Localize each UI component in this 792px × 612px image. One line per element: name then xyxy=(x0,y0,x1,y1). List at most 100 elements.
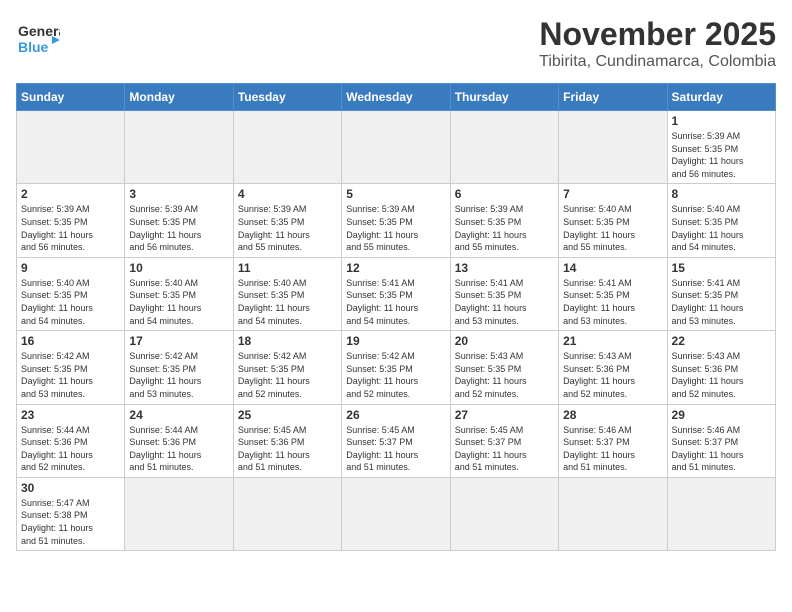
cell-text: Sunrise: 5:40 AM Sunset: 5:35 PM Dayligh… xyxy=(21,277,120,327)
day-number: 8 xyxy=(672,187,771,201)
cell-text: Sunrise: 5:40 AM Sunset: 5:35 PM Dayligh… xyxy=(563,203,662,253)
calendar-cell: 19 Sunrise: 5:42 AM Sunset: 5:35 PM Dayli… xyxy=(342,331,450,404)
calendar-cell xyxy=(17,111,125,184)
calendar-cell: 27 Sunrise: 5:45 AM Sunset: 5:37 PM Dayli… xyxy=(450,404,558,477)
day-number: 7 xyxy=(563,187,662,201)
title-block: November 2025 Tibirita, Cundinamarca, Co… xyxy=(539,16,776,71)
calendar-row: 30 Sunrise: 5:47 AM Sunset: 5:38 PM Dayli… xyxy=(17,477,776,550)
calendar-row: 2 Sunrise: 5:39 AM Sunset: 5:35 PM Daylig… xyxy=(17,184,776,257)
weekday-saturday: Saturday xyxy=(667,84,775,111)
cell-text: Sunrise: 5:39 AM Sunset: 5:35 PM Dayligh… xyxy=(129,203,228,253)
calendar-cell: 2 Sunrise: 5:39 AM Sunset: 5:35 PM Daylig… xyxy=(17,184,125,257)
day-number: 1 xyxy=(672,114,771,128)
calendar-cell: 3 Sunrise: 5:39 AM Sunset: 5:35 PM Daylig… xyxy=(125,184,233,257)
calendar-cell: 14 Sunrise: 5:41 AM Sunset: 5:35 PM Dayli… xyxy=(559,257,667,330)
day-number: 19 xyxy=(346,334,445,348)
day-number: 10 xyxy=(129,261,228,275)
svg-text:Blue: Blue xyxy=(18,39,49,55)
calendar-cell: 13Sunrise: 5:41 AM Sunset: 5:35 PM Dayli… xyxy=(450,257,558,330)
calendar-row: 9 Sunrise: 5:40 AM Sunset: 5:35 PM Daylig… xyxy=(17,257,776,330)
calendar-cell xyxy=(233,477,341,550)
calendar-cell: 22Sunrise: 5:43 AM Sunset: 5:36 PM Dayli… xyxy=(667,331,775,404)
weekday-friday: Friday xyxy=(559,84,667,111)
day-number: 3 xyxy=(129,187,228,201)
calendar-table: SundayMondayTuesdayWednesdayThursdayFrid… xyxy=(16,83,776,551)
day-number: 12 xyxy=(346,261,445,275)
day-number: 22 xyxy=(672,334,771,348)
cell-text: Sunrise: 5:43 AM Sunset: 5:36 PM Dayligh… xyxy=(563,350,662,400)
cell-text: Sunrise: 5:42 AM Sunset: 5:35 PM Dayligh… xyxy=(21,350,120,400)
cell-text: Sunrise: 5:39 AM Sunset: 5:35 PM Dayligh… xyxy=(21,203,120,253)
cell-text: Sunrise: 5:40 AM Sunset: 5:35 PM Dayligh… xyxy=(238,277,337,327)
calendar-cell: 16 Sunrise: 5:42 AM Sunset: 5:35 PM Dayli… xyxy=(17,331,125,404)
cell-text: Sunrise: 5:44 AM Sunset: 5:36 PM Dayligh… xyxy=(129,424,228,474)
cell-text: Sunrise: 5:44 AM Sunset: 5:36 PM Dayligh… xyxy=(21,424,120,474)
day-number: 18 xyxy=(238,334,337,348)
day-number: 16 xyxy=(21,334,120,348)
day-number: 6 xyxy=(455,187,554,201)
calendar-cell: 20 Sunrise: 5:43 AM Sunset: 5:35 PM Dayli… xyxy=(450,331,558,404)
day-number: 24 xyxy=(129,408,228,422)
calendar-cell: 24 Sunrise: 5:44 AM Sunset: 5:36 PM Dayli… xyxy=(125,404,233,477)
calendar-cell xyxy=(125,111,233,184)
day-number: 30 xyxy=(21,481,120,495)
cell-text: Sunrise: 5:47 AM Sunset: 5:38 PM Dayligh… xyxy=(21,497,120,547)
cell-text: Sunrise: 5:42 AM Sunset: 5:35 PM Dayligh… xyxy=(129,350,228,400)
calendar-cell xyxy=(342,477,450,550)
calendar-cell: 17 Sunrise: 5:42 AM Sunset: 5:35 PM Dayli… xyxy=(125,331,233,404)
calendar-cell: 11Sunrise: 5:40 AM Sunset: 5:35 PM Dayli… xyxy=(233,257,341,330)
calendar-cell: 5 Sunrise: 5:39 AM Sunset: 5:35 PM Daylig… xyxy=(342,184,450,257)
weekday-sunday: Sunday xyxy=(17,84,125,111)
calendar-cell xyxy=(233,111,341,184)
day-number: 26 xyxy=(346,408,445,422)
weekday-tuesday: Tuesday xyxy=(233,84,341,111)
calendar-row: 1 Sunrise: 5:39 AM Sunset: 5:35 PM Daylig… xyxy=(17,111,776,184)
day-number: 28 xyxy=(563,408,662,422)
calendar-cell: 29Sunrise: 5:46 AM Sunset: 5:37 PM Dayli… xyxy=(667,404,775,477)
cell-text: Sunrise: 5:41 AM Sunset: 5:35 PM Dayligh… xyxy=(346,277,445,327)
cell-text: Sunrise: 5:41 AM Sunset: 5:35 PM Dayligh… xyxy=(672,277,771,327)
calendar-cell: 8 Sunrise: 5:40 AM Sunset: 5:35 PM Daylig… xyxy=(667,184,775,257)
weekday-monday: Monday xyxy=(125,84,233,111)
cell-text: Sunrise: 5:40 AM Sunset: 5:35 PM Dayligh… xyxy=(672,203,771,253)
calendar-cell: 30 Sunrise: 5:47 AM Sunset: 5:38 PM Dayli… xyxy=(17,477,125,550)
cell-text: Sunrise: 5:40 AM Sunset: 5:35 PM Dayligh… xyxy=(129,277,228,327)
calendar-cell: 21 Sunrise: 5:43 AM Sunset: 5:36 PM Dayli… xyxy=(559,331,667,404)
day-number: 20 xyxy=(455,334,554,348)
cell-text: Sunrise: 5:41 AM Sunset: 5:35 PM Dayligh… xyxy=(563,277,662,327)
day-number: 4 xyxy=(238,187,337,201)
calendar-cell xyxy=(559,477,667,550)
calendar-cell xyxy=(450,477,558,550)
cell-text: Sunrise: 5:39 AM Sunset: 5:35 PM Dayligh… xyxy=(455,203,554,253)
calendar-cell: 23 Sunrise: 5:44 AM Sunset: 5:36 PM Dayli… xyxy=(17,404,125,477)
calendar-cell xyxy=(450,111,558,184)
cell-text: Sunrise: 5:45 AM Sunset: 5:37 PM Dayligh… xyxy=(455,424,554,474)
calendar-cell: 18Sunrise: 5:42 AM Sunset: 5:35 PM Dayli… xyxy=(233,331,341,404)
day-number: 2 xyxy=(21,187,120,201)
logo: General Blue xyxy=(16,16,60,60)
cell-text: Sunrise: 5:39 AM Sunset: 5:35 PM Dayligh… xyxy=(672,130,771,180)
day-number: 14 xyxy=(563,261,662,275)
calendar-cell: 10 Sunrise: 5:40 AM Sunset: 5:35 PM Dayli… xyxy=(125,257,233,330)
day-number: 21 xyxy=(563,334,662,348)
day-number: 25 xyxy=(238,408,337,422)
weekday-header-row: SundayMondayTuesdayWednesdayThursdayFrid… xyxy=(17,84,776,111)
day-number: 9 xyxy=(21,261,120,275)
calendar-cell: 7 Sunrise: 5:40 AM Sunset: 5:35 PM Daylig… xyxy=(559,184,667,257)
calendar-cell: 25Sunrise: 5:45 AM Sunset: 5:36 PM Dayli… xyxy=(233,404,341,477)
cell-text: Sunrise: 5:45 AM Sunset: 5:37 PM Dayligh… xyxy=(346,424,445,474)
cell-text: Sunrise: 5:43 AM Sunset: 5:35 PM Dayligh… xyxy=(455,350,554,400)
cell-text: Sunrise: 5:41 AM Sunset: 5:35 PM Dayligh… xyxy=(455,277,554,327)
svg-text:General: General xyxy=(18,23,60,39)
day-number: 23 xyxy=(21,408,120,422)
calendar-cell xyxy=(559,111,667,184)
cell-text: Sunrise: 5:46 AM Sunset: 5:37 PM Dayligh… xyxy=(672,424,771,474)
day-number: 5 xyxy=(346,187,445,201)
day-number: 17 xyxy=(129,334,228,348)
calendar-cell xyxy=(342,111,450,184)
month-title: November 2025 xyxy=(539,16,776,53)
cell-text: Sunrise: 5:42 AM Sunset: 5:35 PM Dayligh… xyxy=(346,350,445,400)
day-number: 27 xyxy=(455,408,554,422)
calendar-cell: 12 Sunrise: 5:41 AM Sunset: 5:35 PM Dayli… xyxy=(342,257,450,330)
cell-text: Sunrise: 5:39 AM Sunset: 5:35 PM Dayligh… xyxy=(346,203,445,253)
